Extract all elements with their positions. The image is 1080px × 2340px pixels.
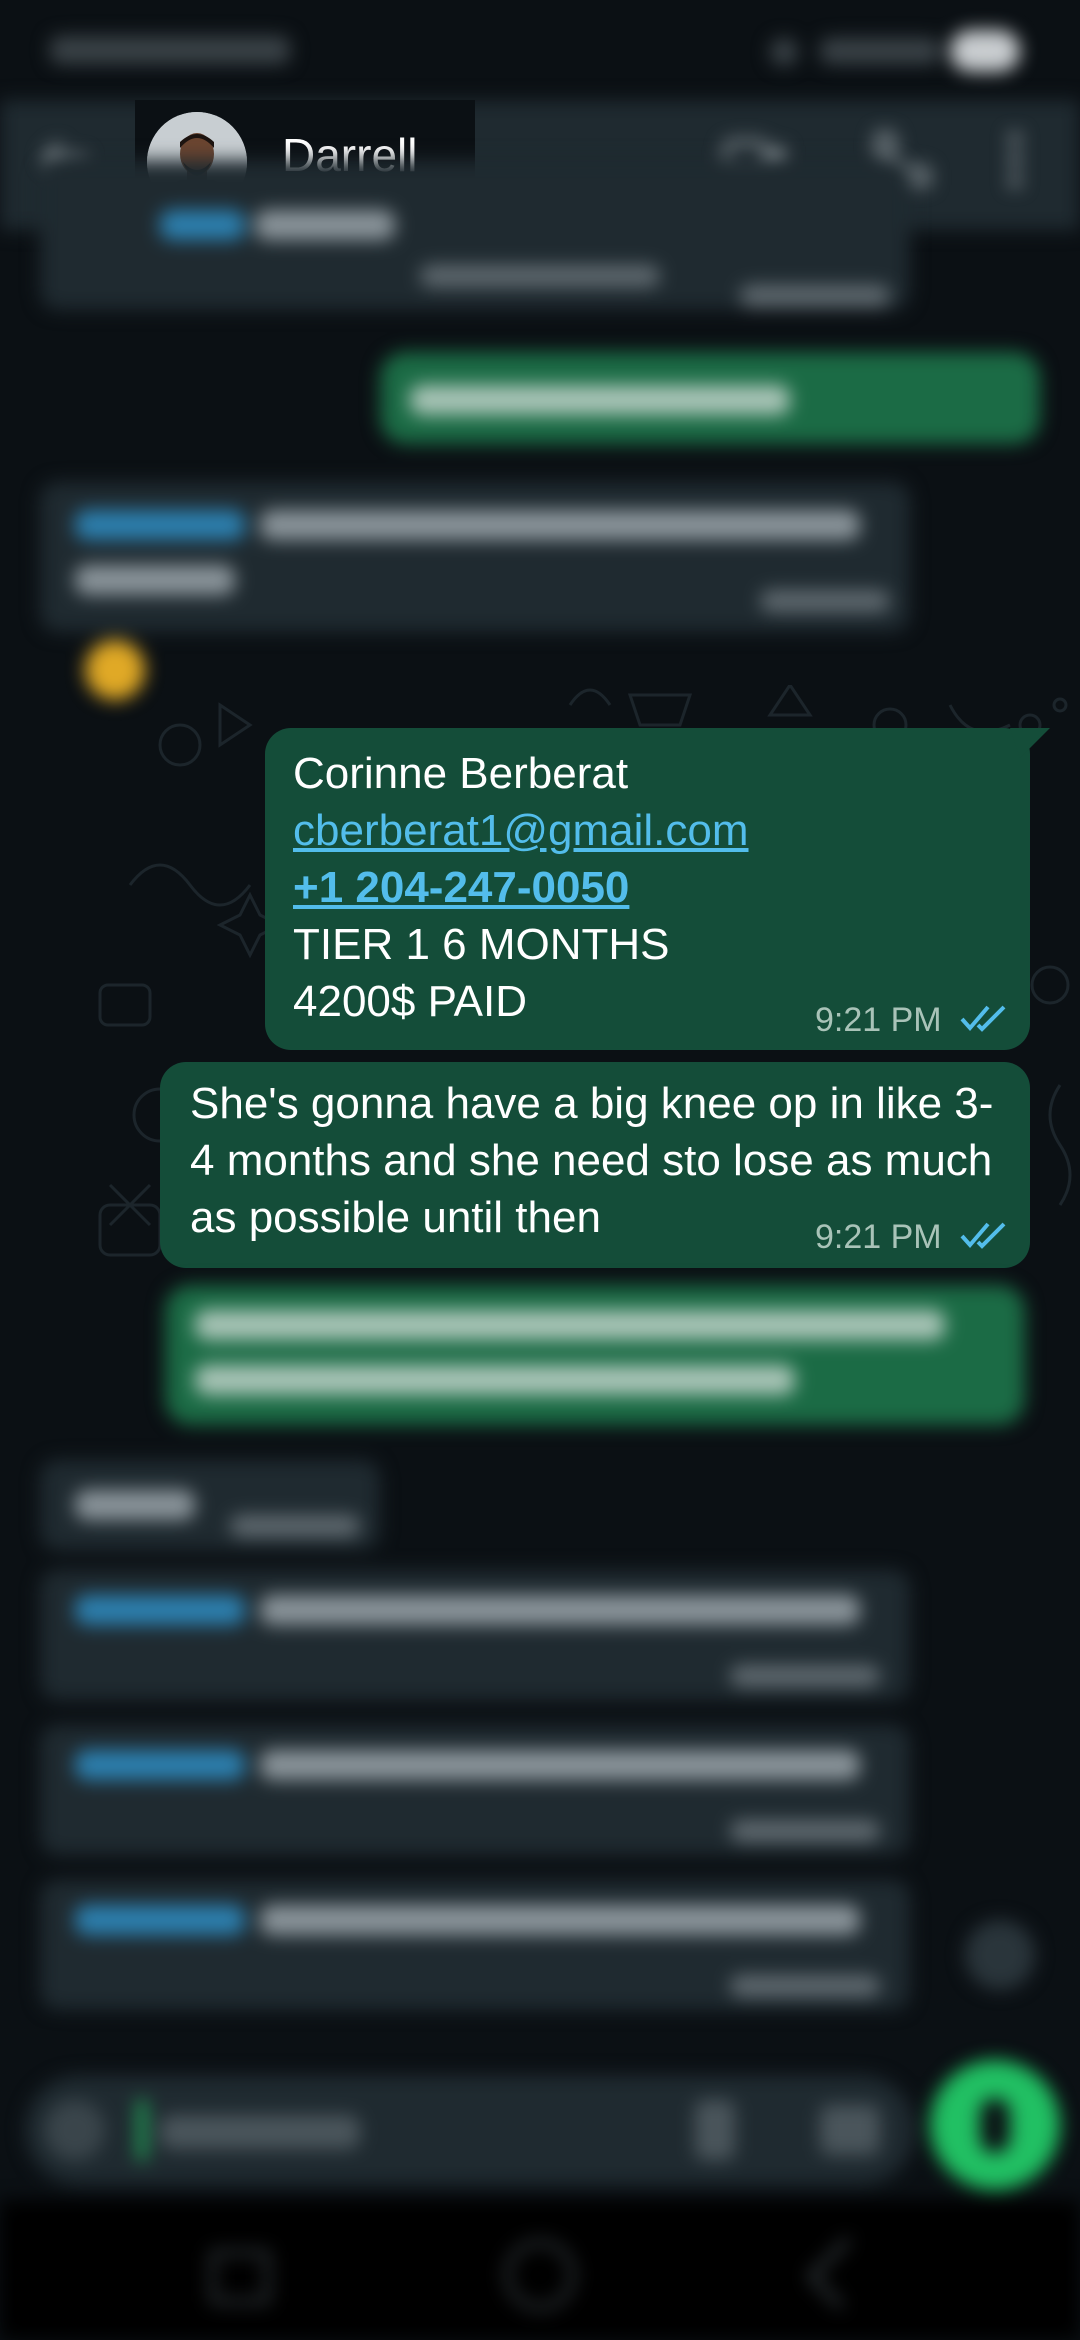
message-text [260,510,860,540]
message-text [195,1310,945,1340]
message-link [75,1595,245,1625]
battery-icon [950,30,1020,72]
message-link [75,1905,245,1935]
signal-icons [820,38,940,64]
status-bar [0,0,1080,100]
more-vertical-icon[interactable] [990,125,1040,195]
message-text [260,1750,860,1780]
message-placeholder [160,2115,360,2149]
message-time [740,285,890,307]
home-icon[interactable] [505,2240,575,2310]
message-date [420,265,660,287]
recents-icon[interactable] [210,2250,270,2304]
message-bubble-outgoing [165,1285,1025,1425]
message-time [760,590,890,612]
message-text [195,1365,795,1395]
scroll-down-button[interactable] [965,1920,1035,1990]
paperclip-icon[interactable] [695,2100,735,2160]
message-text [260,1905,860,1935]
text-cursor [138,2100,146,2160]
message-link [75,510,245,540]
message-text [260,1595,860,1625]
read-receipt-icon [960,1005,1006,1032]
microphone-icon [980,2098,1010,2153]
message-time [230,1515,360,1537]
read-receipt-icon [960,1222,1006,1249]
message-text [75,565,235,595]
message-link [75,1750,245,1780]
message-text [410,385,790,415]
message-text [255,210,395,240]
contact-card-tier: TIER 1 6 MONTHS [293,920,670,969]
contact-card-paid: 4200$ PAID [293,977,528,1026]
bubble-tail [1010,728,1050,758]
message-time [730,1665,880,1687]
contact-card-email-link[interactable]: cberberat1@gmail.com [293,802,749,859]
contact-card-name: Corinne Berberat [293,749,629,798]
status-time-and-icons [50,36,290,64]
notification-icon [770,38,798,66]
message-time [730,1975,880,1997]
emoji-icon[interactable] [45,2100,105,2160]
message-time: 9:21 PM [815,1001,942,1039]
contact-card-phone-link[interactable]: +1 204-247-0050 [293,859,629,916]
message-link [160,210,245,240]
message-input[interactable] [25,2075,915,2185]
message-text [75,1490,195,1520]
message-time [730,1820,880,1842]
message-time: 9:21 PM [815,1218,942,1256]
camera-icon[interactable] [820,2105,880,2155]
